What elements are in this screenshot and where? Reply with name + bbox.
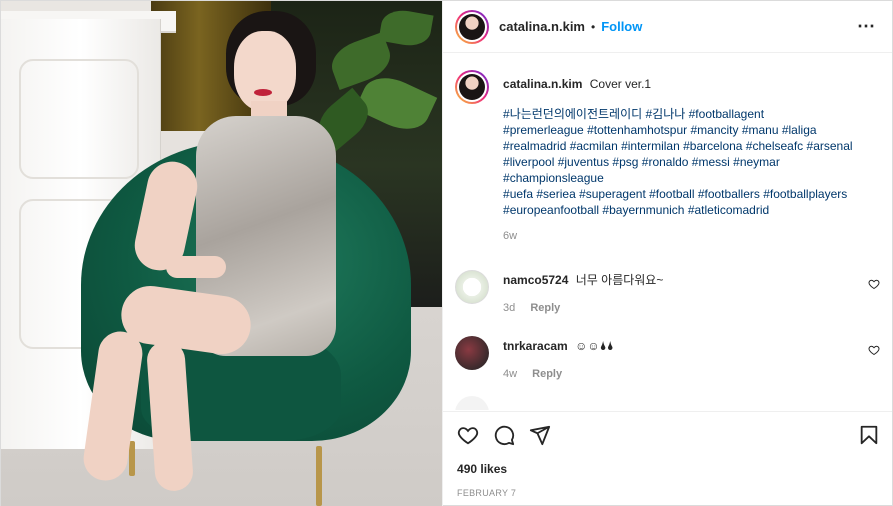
commenter-avatar[interactable]	[455, 270, 490, 304]
bookmark-icon[interactable]	[858, 424, 880, 446]
more-icon[interactable]: ⋯	[857, 16, 876, 37]
cabinet-panel	[19, 59, 139, 179]
instagram-post: catalina.n.kim • Follow ⋯ catalina.n.kim…	[0, 0, 893, 506]
commenter-avatar[interactable]	[455, 336, 490, 370]
hashtag-block: #나는런던의에이전트레이디 #김나나 #footballagent #preme…	[503, 106, 876, 218]
hashtag-line[interactable]: #uefa #seriea #superagent #football #foo…	[503, 186, 876, 202]
post-caption: catalina.n.kim Cover ver.1 #나는런던의에이전트레이디…	[443, 54, 892, 242]
comment-icon[interactable]	[493, 424, 515, 446]
author-avatar[interactable]	[455, 10, 489, 44]
caption-avatar[interactable]	[455, 70, 489, 104]
heart-icon[interactable]	[868, 344, 880, 356]
hashtag-line[interactable]: #나는런던의에이전트레이디 #김나나 #footballagent	[503, 106, 876, 122]
person-hands	[166, 256, 226, 278]
hashtag-line[interactable]: #championsleague	[503, 170, 876, 186]
share-icon[interactable]	[529, 424, 551, 446]
author-username[interactable]: catalina.n.kim	[499, 19, 585, 34]
follow-button[interactable]: Follow	[601, 19, 642, 34]
reply-button[interactable]: Reply	[530, 302, 560, 314]
caption-username[interactable]: catalina.n.kim	[503, 77, 582, 91]
caption-age: 6w	[503, 230, 518, 242]
post-date: FEBRUARY 7	[457, 488, 517, 498]
post-details-panel: catalina.n.kim • Follow ⋯ catalina.n.kim…	[442, 1, 892, 506]
comment-item: namco5724 너무 아름다워요~ 3d Reply	[443, 270, 892, 314]
heart-icon[interactable]	[868, 278, 880, 290]
heart-icon[interactable]	[457, 424, 479, 446]
commenter-username[interactable]: tnrkaracam	[503, 339, 568, 353]
comment-text: 너무 아름다워요~	[575, 273, 664, 287]
person-face	[234, 31, 296, 111]
separator-dot: •	[591, 19, 596, 34]
commenter-username[interactable]: namco5724	[503, 273, 568, 287]
hashtag-line[interactable]: #liverpool #juventus #psg #ronaldo #mess…	[503, 154, 876, 170]
person-lips	[254, 89, 272, 96]
comment-age: 4w	[503, 368, 518, 380]
hashtag-line[interactable]: #europeanfootball #bayernmunich #atletic…	[503, 202, 876, 218]
chair-leg	[129, 441, 135, 476]
like-count[interactable]: 490 likes	[457, 462, 880, 476]
comment-age: 3d	[503, 302, 516, 314]
comment-item-partial	[443, 396, 892, 410]
comment-text: ☺☺🌢🌢	[575, 339, 614, 353]
hashtag-line[interactable]: #realmadrid #acmilan #intermilan #barcel…	[503, 138, 876, 154]
reply-button[interactable]: Reply	[532, 368, 562, 380]
hashtag-line[interactable]: #premerleague #tottenhamhotspur #mancity…	[503, 122, 876, 138]
post-header: catalina.n.kim • Follow ⋯	[443, 1, 892, 53]
post-actions: 490 likes FEBRUARY 7	[443, 411, 892, 498]
comment-item: tnrkaracam ☺☺🌢🌢 4w Reply	[443, 336, 892, 380]
post-photo[interactable]	[1, 1, 443, 506]
caption-text: Cover ver.1	[589, 77, 652, 91]
chair-leg	[316, 446, 322, 506]
commenter-avatar[interactable]	[455, 396, 490, 410]
comments-section[interactable]: catalina.n.kim Cover ver.1 #나는런던의에이전트레이디…	[443, 54, 892, 410]
